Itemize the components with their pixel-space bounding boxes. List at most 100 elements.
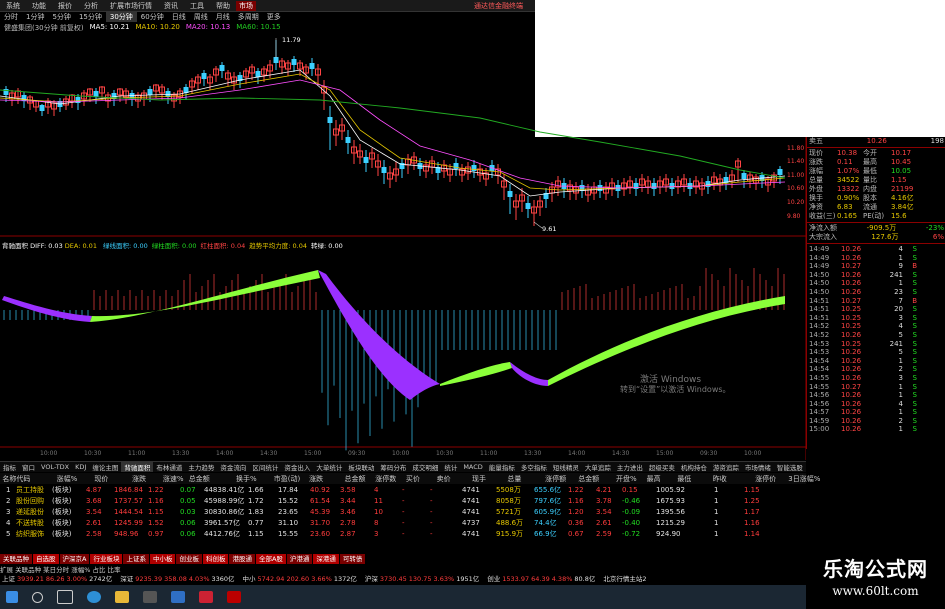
- bottom-tab[interactable]: 中小板: [149, 554, 176, 564]
- column-header[interactable]: 换手%: [236, 474, 257, 484]
- bottom-tab[interactable]: 深港通: [313, 554, 339, 564]
- column-header[interactable]: 涨停额: [545, 474, 566, 484]
- indicator-tab[interactable]: 资金流向: [217, 462, 249, 472]
- indicator-tab[interactable]: 智能选股: [774, 462, 806, 472]
- indicator-tab[interactable]: 机构持仓: [678, 462, 710, 472]
- indicator-tab[interactable]: 短线精灵: [550, 462, 582, 472]
- task-view-icon[interactable]: [57, 590, 73, 604]
- tick-time: 14:49: [809, 245, 830, 253]
- column-header[interactable]: 涨幅%: [57, 474, 78, 484]
- bottom-tab[interactable]: 全部A股: [255, 554, 286, 564]
- indicator-tab[interactable]: VOL-TDX: [38, 463, 72, 471]
- bottom-tab[interactable]: 沪港通: [286, 554, 313, 564]
- indicator-tab[interactable]: MACD: [460, 463, 485, 471]
- candle-body: [327, 117, 333, 123]
- index-item[interactable]: 中小 5742.94 202.60 3.66% 1372亿: [243, 574, 357, 584]
- edge-icon[interactable]: [87, 591, 101, 603]
- indicator-tab[interactable]: 区间统计: [249, 462, 281, 472]
- indicator-tab[interactable]: 统计: [441, 462, 460, 472]
- bottom-tab[interactable]: 上证系: [123, 554, 149, 564]
- column-header[interactable]: 开盘%: [616, 474, 637, 484]
- column-header[interactable]: 总金额: [578, 474, 599, 484]
- quote-value: 10.38: [837, 149, 858, 157]
- indicator-tab[interactable]: 多空指标: [518, 462, 550, 472]
- indicator-tab[interactable]: 资金出入: [281, 462, 313, 472]
- column-header[interactable]: 最低: [677, 474, 691, 484]
- column-header[interactable]: 最高: [647, 474, 661, 484]
- column-header[interactable]: 市盈(动): [274, 474, 300, 484]
- terminal-app-icon[interactable]: [227, 591, 241, 603]
- quote-row: 卖五 10.26 198: [807, 137, 945, 146]
- index-item[interactable]: 创业 1533.97 64.39 4.38% 80.8亿: [487, 574, 595, 584]
- bottom-tab[interactable]: 港股通: [229, 554, 255, 564]
- indicator-tab[interactable]: 指标: [0, 462, 19, 472]
- indicator-tab[interactable]: 大单追踪: [582, 462, 614, 472]
- indicator-tab[interactable]: 市场情绪: [742, 462, 774, 472]
- start-icon[interactable]: [6, 591, 18, 603]
- indicator-tab[interactable]: 成交明细: [409, 462, 441, 472]
- index-item[interactable]: 沪深 3730.45 130.75 3.63% 1951亿: [365, 574, 479, 584]
- table-row[interactable]: 2 股份回购 (板块) 3.68 1737.57 1.16 0.05 45988.99亿 1.7…: [0, 496, 806, 507]
- column-header[interactable]: 3日涨幅%: [788, 474, 820, 484]
- indicator-tab[interactable]: 主力进出: [614, 462, 646, 472]
- table-cell: 2.87: [340, 530, 356, 538]
- indicator-tab[interactable]: 大单统计: [313, 462, 345, 472]
- tick-direction: S: [912, 279, 917, 288]
- tick-direction: S: [912, 408, 917, 417]
- indicator-tab[interactable]: 主力趋势: [185, 462, 217, 472]
- column-header[interactable]: 涨跌: [309, 474, 323, 484]
- bottom-tab[interactable]: 行业板块: [90, 554, 123, 564]
- bottom-tab[interactable]: 创业板: [176, 554, 202, 564]
- bottom-tab[interactable]: 科创板: [202, 554, 229, 564]
- mail-icon[interactable]: [171, 591, 185, 603]
- table-cell: 1215.29: [656, 519, 685, 527]
- indicator-tab[interactable]: 超级买卖: [646, 462, 678, 472]
- candle-body: [219, 65, 225, 71]
- column-header[interactable]: 涨跌: [132, 474, 146, 484]
- column-header[interactable]: 涨速%: [163, 474, 184, 484]
- column-header[interactable]: 涨停价: [755, 474, 776, 484]
- index-item[interactable]: 上证 3939.21 86.26 3.00% 2742亿: [2, 574, 112, 584]
- app-icon[interactable]: [199, 591, 213, 603]
- column-header[interactable]: 卖价: [437, 474, 451, 484]
- folder-icon[interactable]: [115, 591, 129, 603]
- table-row[interactable]: 3 递延股份 (板块) 3.54 1444.54 1.15 0.03 30830.86亿 1.8…: [0, 507, 806, 518]
- indicator-tab[interactable]: 游资追踪: [710, 462, 742, 472]
- high-price-label: 11.79: [282, 36, 301, 44]
- bottom-tab[interactable]: 沪深京A: [59, 554, 90, 564]
- tick-row: 14:50 10.26 1 S: [807, 279, 945, 288]
- column-header[interactable]: 买价: [406, 474, 420, 484]
- indicator-tab[interactable]: 缠论主图: [89, 462, 121, 472]
- indicator-tab[interactable]: 板块联动: [345, 462, 377, 472]
- column-header[interactable]: 名称代码: [2, 474, 30, 484]
- candle-body: [597, 185, 603, 191]
- column-header[interactable]: 昨收: [713, 474, 727, 484]
- low-price-label: 9.61: [542, 225, 557, 233]
- table-cell: 1005.92: [656, 486, 685, 494]
- table-row[interactable]: 1 员工持股 (板块) 4.87 1846.84 1.22 0.07 44838.41亿 1.6…: [0, 485, 806, 496]
- table-row[interactable]: 5 纺织服饰 (板块) 2.58 948.96 0.97 0.06 4412.76亿 1.15 1…: [0, 529, 806, 540]
- index-name: 上证: [2, 575, 15, 583]
- column-header[interactable]: 总金额: [189, 474, 210, 484]
- tick-price: 10.25: [841, 322, 862, 331]
- indicator-tab[interactable]: 窗口: [19, 462, 38, 472]
- bottom-tab[interactable]: 可转债: [339, 554, 366, 564]
- store-icon[interactable]: [143, 591, 157, 603]
- indicator-tab[interactable]: 能量指标: [486, 462, 518, 472]
- index-item[interactable]: 深证 9235.39 358.08 4.03% 3360亿: [120, 574, 234, 584]
- indicator-tab[interactable]: KDJ: [72, 463, 89, 471]
- indicator-tab[interactable]: 筹码分布: [377, 462, 409, 472]
- indicator-tab[interactable]: 背驰面积: [121, 462, 154, 472]
- column-header[interactable]: 涨停数: [375, 474, 396, 484]
- search-icon[interactable]: [32, 591, 43, 603]
- indicator-tab[interactable]: 布林通道: [153, 462, 185, 472]
- column-header[interactable]: 现手: [472, 474, 486, 484]
- bottom-tab[interactable]: 关联品种: [0, 554, 32, 564]
- column-header[interactable]: 总金额: [345, 474, 366, 484]
- table-cell: 3: [374, 530, 379, 538]
- column-header[interactable]: 总量: [507, 474, 521, 484]
- column-header[interactable]: 现价: [94, 474, 108, 484]
- table-row[interactable]: 4 不送转股 (板块) 2.61 1245.99 1.52 0.06 3961.57亿 0.77…: [0, 518, 806, 529]
- quote-label: 收益(三): [809, 212, 836, 220]
- bottom-tab[interactable]: 自选股: [33, 554, 59, 564]
